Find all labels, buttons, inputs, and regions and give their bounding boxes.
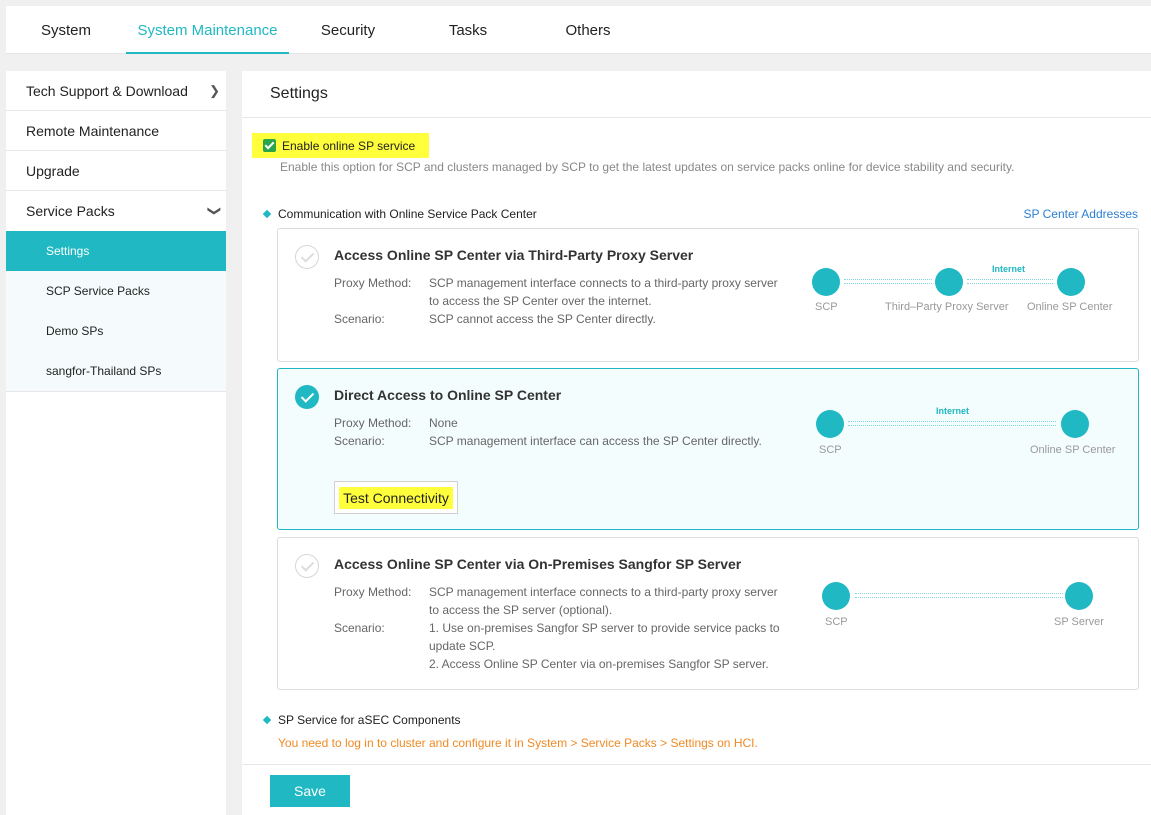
sidebar-item-service-packs[interactable]: Service Packs ❯ — [6, 191, 226, 231]
proxy-method-row: Proxy Method: SCP management interface co… — [334, 274, 789, 310]
save-button[interactable]: Save — [270, 775, 350, 807]
main-panel: Settings Enable online SP service Enable… — [242, 71, 1151, 815]
proxy-method-value: SCP management interface connects to a t… — [429, 585, 778, 617]
scenario-row: Scenario: SCP management interface can ac… — [334, 432, 789, 450]
scenario-value: SCP cannot access the SP Center directly… — [429, 312, 656, 326]
connection-line — [967, 279, 1053, 284]
diamond-bullet-icon — [262, 209, 272, 219]
direct-diagram: Internet SCP Online SP Center — [812, 403, 1132, 463]
cloud-icon — [1061, 410, 1089, 438]
tab-security[interactable]: Security — [308, 6, 388, 54]
scenario-key: Scenario: — [334, 621, 385, 635]
scenario-key: Scenario: — [334, 312, 385, 326]
internet-label: Internet — [992, 264, 1026, 274]
tab-system-maintenance[interactable]: System Maintenance — [126, 6, 289, 54]
radio-unselected-icon[interactable] — [295, 245, 319, 269]
internet-label: Internet — [936, 406, 970, 416]
chevron-down-icon: ❯ — [207, 205, 223, 217]
enable-description: Enable this option for SCP and clusters … — [280, 160, 1015, 174]
proxy-method-key: Proxy Method: — [334, 416, 412, 430]
tab-system[interactable]: System — [26, 6, 106, 54]
proxy-method-value: SCP management interface connects to a t… — [429, 276, 778, 308]
sidebar: Tech Support & Download ❯ Remote Mainten… — [6, 71, 226, 815]
scp-server-icon — [816, 410, 844, 438]
sidebar-item-remote-maintenance[interactable]: Remote Maintenance — [6, 111, 226, 151]
proxy-method-row: Proxy Method: None — [334, 414, 789, 432]
option-title: Direct Access to Online SP Center — [334, 387, 562, 403]
proxy-method-key: Proxy Method: — [334, 276, 412, 290]
proxy-method-row: Proxy Method: SCP management interface co… — [334, 583, 789, 619]
scp-server-icon — [812, 268, 840, 296]
node-label: SP Server — [1054, 616, 1104, 628]
node-label: Online SP Center — [1027, 301, 1113, 313]
option-card-onpremises[interactable]: Access Online SP Center via On-Premises … — [277, 537, 1139, 690]
connection-line — [844, 279, 932, 284]
chevron-right-icon: ❯ — [209, 83, 220, 98]
sidebar-item-label: Upgrade — [26, 163, 80, 179]
diamond-bullet-icon — [262, 715, 272, 725]
service-packs-submenu: Settings SCP Service Packs Demo SPs sang… — [6, 231, 226, 392]
option-title: Access Online SP Center via Third-Party … — [334, 247, 694, 263]
sidebar-subitem-demo-sps[interactable]: Demo SPs — [6, 311, 226, 351]
enable-online-sp-checkbox[interactable]: Enable online SP service — [252, 133, 430, 158]
tab-others[interactable]: Others — [548, 6, 628, 54]
node-label: SCP — [825, 616, 848, 628]
sidebar-subitem-settings[interactable]: Settings — [6, 231, 226, 271]
footer-divider — [242, 764, 1151, 765]
sidebar-subitem-sangfor-thailand-sps[interactable]: sangfor-Thailand SPs — [6, 351, 226, 391]
asec-warning-note: You need to log in to cluster and config… — [278, 736, 758, 750]
sp-center-addresses-link[interactable]: SP Center Addresses — [1023, 207, 1138, 221]
option-title: Access Online SP Center via On-Premises … — [334, 556, 742, 572]
enable-online-sp-label: Enable online SP service — [282, 138, 416, 153]
proxy-method-value: None — [429, 416, 458, 430]
connection-line — [848, 421, 1056, 426]
node-label: SCP — [815, 301, 838, 313]
scenario-key: Scenario: — [334, 434, 385, 448]
asec-section-label: SP Service for aSEC Components — [278, 713, 461, 727]
option-card-direct[interactable]: Direct Access to Online SP Center Proxy … — [277, 368, 1139, 530]
scp-server-icon — [822, 582, 850, 610]
sidebar-item-label: Service Packs — [26, 203, 115, 219]
radio-unselected-icon[interactable] — [295, 554, 319, 578]
scenario-value: SCP management interface can access the … — [429, 434, 762, 448]
scenario-row: Scenario: 1. Use on-premises Sangfor SP s… — [334, 619, 789, 673]
proxy-method-key: Proxy Method: — [334, 585, 412, 599]
tab-tasks[interactable]: Tasks — [428, 6, 508, 54]
test-connectivity-button[interactable]: Test Connectivity — [334, 481, 458, 514]
onpremises-diagram: SCP SP Server — [821, 574, 1121, 634]
sidebar-item-upgrade[interactable]: Upgrade — [6, 151, 226, 191]
node-label: Online SP Center — [1030, 444, 1116, 456]
cloud-icon — [1057, 268, 1085, 296]
page-title: Settings — [242, 71, 1151, 118]
proxy-server-icon — [935, 268, 963, 296]
top-nav: System System Maintenance Security Tasks… — [6, 6, 1151, 54]
proxy-diagram: Internet SCP Third–Party Proxy Server On… — [808, 259, 1128, 319]
sidebar-item-label: Tech Support & Download — [26, 83, 188, 99]
sidebar-item-label: Remote Maintenance — [26, 123, 160, 139]
radio-selected-icon[interactable] — [295, 385, 319, 409]
sidebar-subitem-scp-service-packs[interactable]: SCP Service Packs — [6, 271, 226, 311]
test-connectivity-label: Test Connectivity — [339, 486, 453, 509]
node-label: Third–Party Proxy Server — [885, 301, 1009, 313]
checkbox-checked-icon — [263, 139, 276, 152]
option-card-proxy[interactable]: Access Online SP Center via Third-Party … — [277, 228, 1139, 362]
comm-section-label: Communication with Online Service Pack C… — [278, 207, 537, 221]
comm-section-heading: Communication with Online Service Pack C… — [262, 207, 537, 221]
connection-line — [855, 593, 1063, 598]
sp-server-icon — [1065, 582, 1093, 610]
scenario-row: Scenario: SCP cannot access the SP Center… — [334, 310, 789, 328]
node-label: SCP — [819, 444, 842, 456]
asec-section-heading: SP Service for aSEC Components — [262, 713, 461, 727]
sidebar-item-tech-support[interactable]: Tech Support & Download ❯ — [6, 71, 226, 111]
scenario-value: 1. Use on-premises Sangfor SP server to … — [429, 621, 780, 671]
